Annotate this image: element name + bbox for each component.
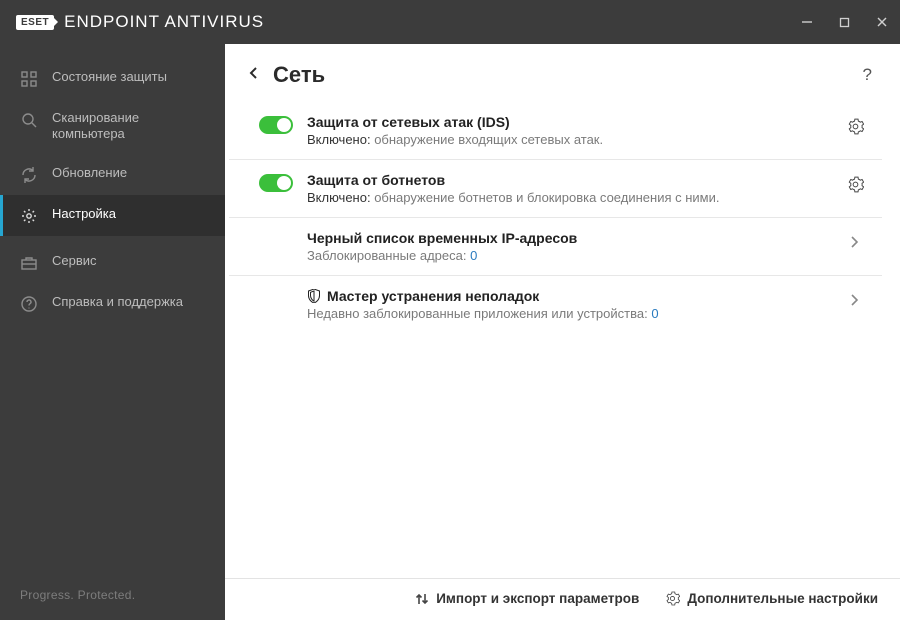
main-panel: Сеть ? Защита от сетевых атак (IDS) Вклю… [225, 44, 900, 620]
settings-button-botnet[interactable] [847, 176, 864, 198]
back-button[interactable] [247, 65, 259, 86]
row-ip-blacklist[interactable]: Черный список временных IP-адресов Забло… [229, 218, 882, 276]
import-export-button[interactable]: Импорт и экспорт параметров [415, 591, 639, 606]
sidebar-item-status[interactable]: Состояние защиты [0, 58, 225, 99]
page-header: Сеть ? [225, 44, 900, 102]
gear-icon [20, 207, 38, 225]
bottom-bar: Импорт и экспорт параметров Дополнительн… [225, 578, 900, 620]
minimize-button[interactable] [801, 16, 813, 28]
titlebar: ESET ENDPOINT ANTIVIRUS [0, 0, 900, 44]
gear-icon [847, 118, 864, 135]
settings-list: Защита от сетевых атак (IDS) Включено: о… [225, 102, 900, 333]
caret-left-icon [247, 65, 259, 81]
row-title: Защита от сетевых атак (IDS) [307, 114, 826, 130]
close-icon [876, 16, 888, 28]
shield-icon [307, 289, 321, 303]
import-export-icon [415, 592, 429, 606]
help-icon [20, 295, 38, 313]
sidebar-item-label: Сервис [52, 253, 97, 269]
sidebar-item-label: Обновление [52, 165, 127, 181]
sidebar-item-label: Справка и поддержка [52, 294, 183, 310]
sidebar-item-label: Настройка [52, 206, 116, 222]
row-troubleshoot-wizard[interactable]: Мастер устранения неполадок Недавно забл… [229, 276, 882, 333]
status-label: Включено: [307, 190, 371, 205]
sidebar: Состояние защиты Сканирование компьютера… [0, 44, 225, 620]
gear-icon [847, 176, 864, 193]
row-subtitle: Включено: обнаружение входящих сетевых а… [307, 132, 826, 147]
app-body: Состояние защиты Сканирование компьютера… [0, 44, 900, 620]
sidebar-item-update[interactable]: Обновление [0, 154, 225, 195]
maximize-icon [839, 17, 850, 28]
row-title-text: Мастер устранения неполадок [327, 288, 539, 304]
import-export-label: Импорт и экспорт параметров [436, 591, 639, 606]
row-title: Защита от ботнетов [307, 172, 826, 188]
sidebar-item-scan[interactable]: Сканирование компьютера [0, 99, 225, 154]
window-controls [801, 16, 888, 28]
row-title: Мастер устранения неполадок [307, 288, 826, 304]
settings-button-ids[interactable] [847, 118, 864, 140]
chevron-right-icon [850, 234, 860, 250]
close-button[interactable] [876, 16, 888, 28]
status-label: Включено: [307, 132, 371, 147]
sidebar-footer-tagline: Progress. Protected. [0, 574, 225, 620]
help-button[interactable]: ? [863, 65, 872, 85]
sidebar-item-setup[interactable]: Настройка [0, 195, 225, 236]
row-title: Черный список временных IP-адресов [307, 230, 826, 246]
row-subtitle: Заблокированные адреса: 0 [307, 248, 826, 263]
sidebar-item-label: Сканирование компьютера [52, 110, 207, 143]
status-description: обнаружение ботнетов и блокировка соедин… [374, 190, 719, 205]
toggle-botnet[interactable] [259, 174, 293, 192]
search-icon [20, 111, 38, 129]
briefcase-icon [20, 254, 38, 272]
gear-icon [665, 591, 680, 606]
open-troubleshoot[interactable] [850, 292, 860, 313]
advanced-settings-button[interactable]: Дополнительные настройки [665, 591, 878, 606]
app-window: ESET ENDPOINT ANTIVIRUS Состояние защиты [0, 0, 900, 620]
sidebar-item-help[interactable]: Справка и поддержка [0, 283, 225, 324]
toggle-ids[interactable] [259, 116, 293, 134]
sidebar-item-tools[interactable]: Сервис [0, 242, 225, 283]
page-title: Сеть [273, 62, 325, 88]
advanced-settings-label: Дополнительные настройки [687, 591, 878, 606]
dashboard-icon [20, 70, 38, 88]
sidebar-item-label: Состояние защиты [52, 69, 167, 85]
minimize-icon [801, 16, 813, 28]
row-botnet-protection: Защита от ботнетов Включено: обнаружение… [229, 160, 882, 218]
row-subtitle: Включено: обнаружение ботнетов и блокиро… [307, 190, 826, 205]
recent-blocked-count: 0 [651, 306, 658, 321]
maximize-button[interactable] [839, 17, 850, 28]
blocked-count: 0 [470, 248, 477, 263]
app-title: ENDPOINT ANTIVIRUS [64, 12, 264, 32]
chevron-right-icon [850, 292, 860, 308]
row-network-attack-protection: Защита от сетевых атак (IDS) Включено: о… [229, 102, 882, 160]
open-blacklist[interactable] [850, 234, 860, 255]
brand-logo: ESET [16, 15, 54, 30]
sub-label: Недавно заблокированные приложения или у… [307, 306, 648, 321]
status-description: обнаружение входящих сетевых атак. [374, 132, 603, 147]
row-subtitle: Недавно заблокированные приложения или у… [307, 306, 826, 321]
sub-label: Заблокированные адреса: [307, 248, 466, 263]
refresh-icon [20, 166, 38, 184]
